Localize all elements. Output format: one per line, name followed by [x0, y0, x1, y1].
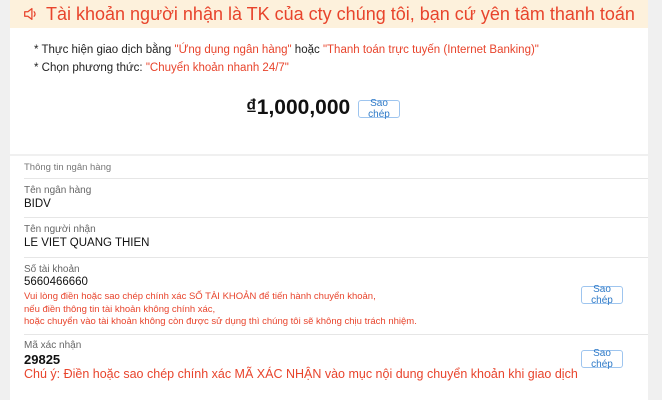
speaker-icon	[24, 7, 36, 21]
payment-amount: ₫1,000,000	[246, 96, 351, 119]
recipient-label: Tên người nhận	[24, 224, 96, 235]
confirmation-code-warning: Chú ý: Điền hoặc sao chép chính xác MÃ X…	[24, 367, 578, 381]
instruction-connector: hoặc	[291, 44, 323, 56]
account-warning: Vui lòng điền hoặc sao chép chính xác SỐ…	[24, 291, 417, 329]
bank-name-label: Tên ngân hàng	[24, 185, 92, 196]
instruction-prefix: * Chọn phương thức:	[34, 62, 146, 74]
method-internet-banking: "Thanh toán trực tuyến (Internet Banking…	[322, 44, 539, 56]
instruction-prefix: * Thực hiện giao dịch bằng	[34, 44, 175, 56]
bank-name-value: BIDV	[24, 198, 51, 210]
method-fast-transfer: "Chuyển khoản nhanh 24/7"	[145, 62, 289, 74]
copy-amount-button[interactable]: Sao chép	[358, 98, 400, 120]
payment-instructions-panel: * Thực hiện giao dịch bằng "Ứng dụng ngâ…	[10, 28, 648, 154]
account-warning-line: nếu điền thông tin tài khoản không chính…	[24, 303, 216, 315]
divider	[24, 257, 648, 258]
confirmation-code-value: 29825	[24, 352, 61, 367]
account-number-value: 5660466660	[24, 276, 88, 288]
divider	[24, 334, 648, 335]
method-app: "Ứng dụng ngân hàng"	[174, 44, 292, 56]
bank-info-card: Thông tin ngân hàng Tên ngân hàng BIDV T…	[10, 156, 648, 400]
account-warning-line: Vui lòng điền hoặc sao chép chính xác SỐ…	[24, 291, 376, 302]
copy-account-button[interactable]: Sao chép	[581, 284, 623, 306]
divider	[24, 217, 648, 218]
bank-info-section-title: Thông tin ngân hàng	[24, 162, 112, 173]
instruction-line-transfer-type: * Chọn phương thức: "Chuyển khoản nhanh …	[34, 62, 289, 74]
divider	[24, 178, 648, 179]
copy-confirmation-code-button[interactable]: Sao chép	[581, 348, 623, 370]
recipient-value: LE VIET QUANG THIEN	[24, 237, 150, 249]
instruction-line-method: * Thực hiện giao dịch bằng "Ứng dụng ngâ…	[34, 44, 539, 56]
account-number-label: Số tài khoản	[24, 264, 80, 275]
notice-text: Tài khoản người nhận là TK của cty chúng…	[46, 3, 635, 24]
account-warning-line: hoặc chuyển vào tài khoản không còn được…	[24, 316, 417, 327]
notice-banner: Tài khoản người nhận là TK của cty chúng…	[10, 0, 648, 29]
confirmation-code-label: Mã xác nhận	[24, 340, 82, 351]
